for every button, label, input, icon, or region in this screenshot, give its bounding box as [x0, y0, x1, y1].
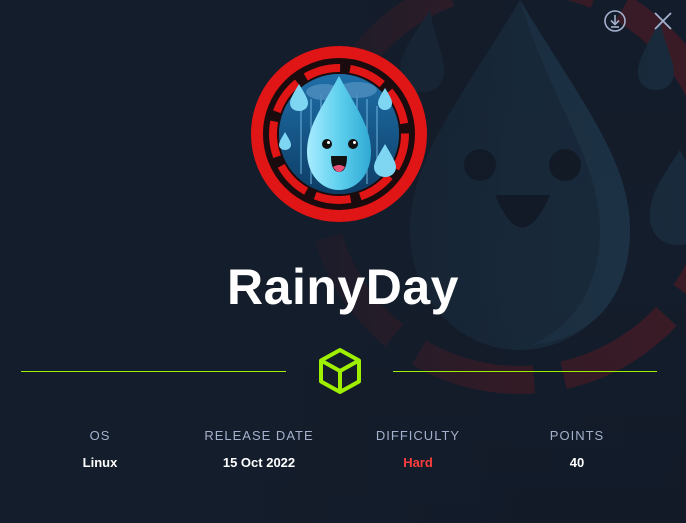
stat-os: OS Linux	[20, 428, 180, 470]
divider-right	[393, 371, 657, 372]
top-actions	[602, 8, 676, 34]
machine-name: RainyDay	[227, 259, 459, 315]
stat-value: 40	[569, 455, 585, 470]
divider-left	[21, 371, 286, 372]
stat-points: POINTS 40	[497, 428, 657, 470]
stat-label: DIFFICULTY	[375, 428, 461, 443]
machine-stats: OS Linux RELEASE DATE 15 Oct 2022 DIFFIC…	[0, 428, 686, 488]
stat-difficulty: DIFFICULTY Hard	[338, 428, 498, 470]
download-icon[interactable]	[602, 8, 628, 34]
machine-info-card: RainyDay OS Linux RELEASE DATE 15 Oct 20…	[0, 0, 686, 523]
stat-label: POINTS	[549, 428, 605, 443]
stat-release-date: RELEASE DATE 15 Oct 2022	[179, 428, 339, 470]
machine-avatar	[251, 46, 427, 222]
stat-label: OS	[89, 428, 111, 443]
difficulty-badge: Hard	[403, 455, 433, 470]
stat-value: Linux	[82, 455, 118, 470]
close-icon[interactable]	[650, 8, 676, 34]
stat-label: RELEASE DATE	[204, 428, 314, 443]
stat-value: 15 Oct 2022	[222, 455, 296, 470]
box-icon	[319, 348, 361, 394]
